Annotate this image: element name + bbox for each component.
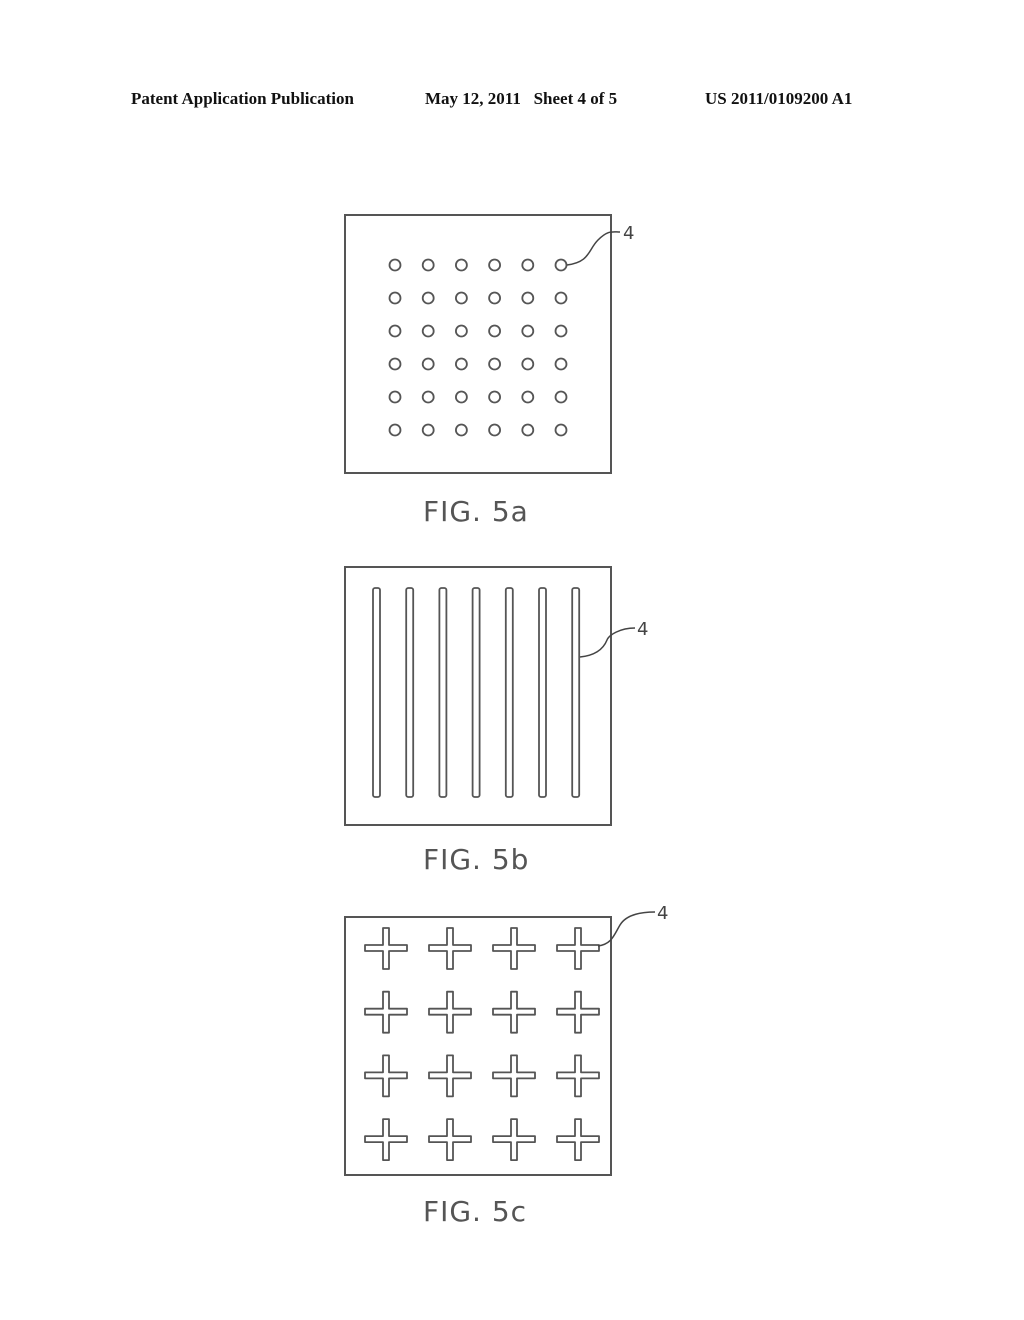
circle-feature xyxy=(554,423,568,437)
reference-numeral-5c: 4 xyxy=(657,903,668,924)
cross-feature xyxy=(428,1118,472,1161)
circle-feature xyxy=(554,324,568,338)
cross-feature xyxy=(428,990,472,1034)
cross-feature xyxy=(364,1054,408,1098)
circle-feature xyxy=(454,324,468,338)
cross-feature xyxy=(492,1118,536,1161)
circle-feature xyxy=(521,390,535,404)
circle-feature xyxy=(388,357,402,371)
reference-leader-5b xyxy=(579,627,636,658)
cross-feature xyxy=(556,1054,600,1098)
cross-feature xyxy=(556,927,600,970)
cross-feature xyxy=(364,990,408,1034)
cross-feature xyxy=(492,990,536,1034)
slot-feature xyxy=(471,587,481,798)
slot-feature xyxy=(372,587,381,798)
circle-feature xyxy=(521,423,535,437)
figure-5c: 4 xyxy=(344,903,668,1176)
circle-feature xyxy=(454,423,468,437)
cross-feature xyxy=(428,1054,472,1098)
figure-5b: 4 xyxy=(344,566,648,826)
caption-fig-5a: FIG. 5a xyxy=(423,495,529,528)
cross-feature xyxy=(364,1118,408,1161)
circle-feature xyxy=(521,258,535,272)
figures-canvas: 4 4 4 xyxy=(344,214,668,1176)
circle-feature xyxy=(488,357,502,371)
cross-feature xyxy=(556,990,600,1034)
circle-feature xyxy=(421,324,435,338)
circle-feature xyxy=(454,291,468,305)
caption-fig-5b: FIG. 5b xyxy=(423,843,530,876)
circle-feature xyxy=(388,423,402,437)
slot-feature xyxy=(538,587,547,798)
figure-5a-frame xyxy=(344,214,612,474)
circle-feature xyxy=(421,258,435,272)
slot-feature xyxy=(571,587,581,798)
circle-feature xyxy=(488,291,502,305)
circle-feature xyxy=(388,258,402,272)
circle-feature xyxy=(554,258,568,272)
slot-feature xyxy=(504,587,514,798)
circle-feature xyxy=(388,291,402,305)
reference-numeral-5b: 4 xyxy=(637,619,648,640)
circle-feature xyxy=(554,390,568,404)
circle-feature xyxy=(488,390,502,404)
cross-feature xyxy=(556,1118,600,1161)
cross-feature xyxy=(428,927,472,970)
circle-feature xyxy=(521,357,535,371)
circle-feature xyxy=(488,423,502,437)
slot-feature xyxy=(438,587,448,798)
slot-feature xyxy=(405,587,415,798)
cross-feature xyxy=(364,927,408,970)
caption-fig-5c: FIG. 5c xyxy=(423,1195,528,1228)
circle-feature xyxy=(421,390,435,404)
circle-feature xyxy=(388,324,402,338)
circle-feature xyxy=(421,357,435,371)
figure-5b-frame xyxy=(344,566,612,826)
cross-feature xyxy=(492,1054,536,1098)
circle-feature xyxy=(488,324,502,338)
circle-feature xyxy=(554,291,568,305)
circle-feature xyxy=(521,324,535,338)
circle-feature xyxy=(421,291,435,305)
circle-feature xyxy=(454,258,468,272)
circle-feature xyxy=(488,258,502,272)
figure-5a: 4 xyxy=(344,214,634,474)
circle-feature xyxy=(554,357,568,371)
reference-leader-5a xyxy=(566,231,621,266)
circle-feature xyxy=(454,390,468,404)
circle-feature xyxy=(388,390,402,404)
circle-feature xyxy=(521,291,535,305)
reference-numeral-5a: 4 xyxy=(623,223,634,244)
circle-feature xyxy=(421,423,435,437)
circle-feature xyxy=(454,357,468,371)
cross-feature xyxy=(492,927,536,970)
